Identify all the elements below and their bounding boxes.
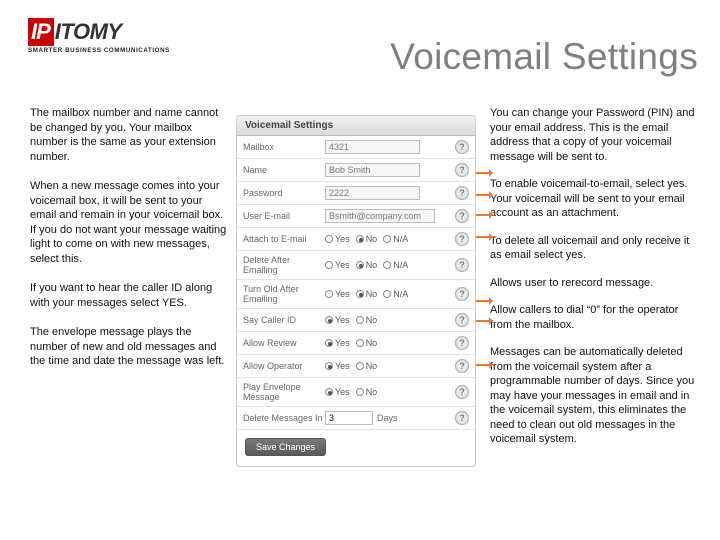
review-no[interactable]: No [356, 338, 378, 348]
arrow-icon [476, 364, 492, 366]
row-email: User E-mail ? [237, 205, 475, 228]
review-yes[interactable]: Yes [325, 338, 350, 348]
delete-label: Delete After Emailing [243, 255, 325, 275]
row-caller-id: Say Caller ID Yes No ? [237, 309, 475, 332]
right-p4: Allows user to rerecord message. [490, 276, 698, 291]
right-p3: To delete all voicemail and only receive… [490, 234, 698, 263]
name-label: Name [243, 165, 325, 175]
turnold-yes[interactable]: Yes [325, 289, 350, 299]
help-icon[interactable]: ? [455, 359, 469, 373]
logo-ip: IP [28, 18, 54, 46]
turnold-options: Yes No N/A [325, 289, 455, 299]
deletein-label: Delete Messages In [243, 413, 325, 423]
help-icon[interactable]: ? [455, 258, 469, 272]
help-icon[interactable]: ? [455, 411, 469, 425]
email-label: User E-mail [243, 211, 325, 221]
right-p1: You can change your Password (PIN) and y… [490, 106, 698, 164]
left-p3: If you want to hear the caller ID along … [30, 281, 228, 310]
envelope-yes[interactable]: Yes [325, 387, 350, 397]
review-label: Allow Review [243, 338, 325, 348]
attach-na[interactable]: N/A [383, 234, 408, 244]
envelope-options: Yes No [325, 387, 455, 397]
turnold-na[interactable]: N/A [383, 289, 408, 299]
days-input[interactable] [325, 411, 373, 425]
row-password: Password ? [237, 182, 475, 205]
attach-yes[interactable]: Yes [325, 234, 350, 244]
envelope-label: Play Envelope Message [243, 382, 325, 402]
envelope-no[interactable]: No [356, 387, 378, 397]
mailbox-label: Mailbox [243, 142, 325, 152]
turnold-no[interactable]: No [356, 289, 378, 299]
left-p4: The envelope message plays the number of… [30, 325, 228, 369]
page-title: Voicemail Settings [390, 36, 698, 78]
delete-no[interactable]: No [356, 260, 378, 270]
password-input[interactable] [325, 186, 420, 200]
panel-heading: Voicemail Settings [237, 116, 475, 136]
voicemail-settings-panel: Voicemail Settings Mailbox ? Name ? Pass… [236, 115, 476, 467]
caller-label: Say Caller ID [243, 315, 325, 325]
logo-itomy: ITOMY [55, 19, 122, 45]
attach-no[interactable]: No [356, 234, 378, 244]
arrow-icon [476, 320, 492, 322]
logo-tagline: SMARTER BUSINESS COMMUNICATIONS [28, 47, 184, 54]
arrow-icon [476, 300, 492, 302]
delete-yes[interactable]: Yes [325, 260, 350, 270]
attach-label: Attach to E-mail [243, 234, 325, 244]
help-icon[interactable]: ? [455, 385, 469, 399]
row-envelope: Play Envelope Message Yes No ? [237, 378, 475, 407]
attach-options: Yes No N/A [325, 234, 455, 244]
right-p5: Allow callers to dial “0” for the operat… [490, 303, 698, 332]
days-unit: Days [377, 413, 398, 423]
email-input[interactable] [325, 209, 435, 223]
row-turn-old: Turn Old After Emailing Yes No N/A ? [237, 280, 475, 309]
help-icon[interactable]: ? [455, 140, 469, 154]
review-options: Yes No [325, 338, 455, 348]
mailbox-input[interactable] [325, 140, 420, 154]
left-column: The mailbox number and name cannot be ch… [30, 106, 228, 384]
help-icon[interactable]: ? [455, 313, 469, 327]
row-mailbox: Mailbox ? [237, 136, 475, 159]
row-delete-in: Delete Messages In Days ? [237, 407, 475, 430]
caller-no[interactable]: No [356, 315, 378, 325]
row-review: Allow Review Yes No ? [237, 332, 475, 355]
row-attach: Attach to E-mail Yes No N/A ? [237, 228, 475, 251]
delete-na[interactable]: N/A [383, 260, 408, 270]
arrow-icon [476, 214, 492, 216]
right-p2: To enable voicemail-to-email, select yes… [490, 177, 698, 221]
operator-no[interactable]: No [356, 361, 378, 371]
help-icon[interactable]: ? [455, 186, 469, 200]
turnold-label: Turn Old After Emailing [243, 284, 325, 304]
help-icon[interactable]: ? [455, 336, 469, 350]
help-icon[interactable]: ? [455, 209, 469, 223]
operator-yes[interactable]: Yes [325, 361, 350, 371]
help-icon[interactable]: ? [455, 287, 469, 301]
arrow-icon [476, 172, 492, 174]
caller-yes[interactable]: Yes [325, 315, 350, 325]
left-p1: The mailbox number and name cannot be ch… [30, 106, 228, 164]
right-p6: Messages can be automatically deleted fr… [490, 345, 698, 447]
right-column: You can change your Password (PIN) and y… [490, 106, 698, 460]
name-input[interactable] [325, 163, 420, 177]
row-delete-after: Delete After Emailing Yes No N/A ? [237, 251, 475, 280]
help-icon[interactable]: ? [455, 232, 469, 246]
operator-options: Yes No [325, 361, 455, 371]
help-icon[interactable]: ? [455, 163, 469, 177]
arrow-icon [476, 236, 492, 238]
save-button[interactable]: Save Changes [245, 438, 326, 456]
caller-options: Yes No [325, 315, 455, 325]
delete-options: Yes No N/A [325, 260, 455, 270]
row-operator: Allow Operator Yes No ? [237, 355, 475, 378]
arrow-icon [476, 194, 492, 196]
operator-label: Allow Operator [243, 361, 325, 371]
brand-logo: IP ITOMY SMARTER BUSINESS COMMUNICATIONS [28, 18, 184, 54]
left-p2: When a new message comes into your voice… [30, 179, 228, 266]
password-label: Password [243, 188, 325, 198]
row-name: Name ? [237, 159, 475, 182]
